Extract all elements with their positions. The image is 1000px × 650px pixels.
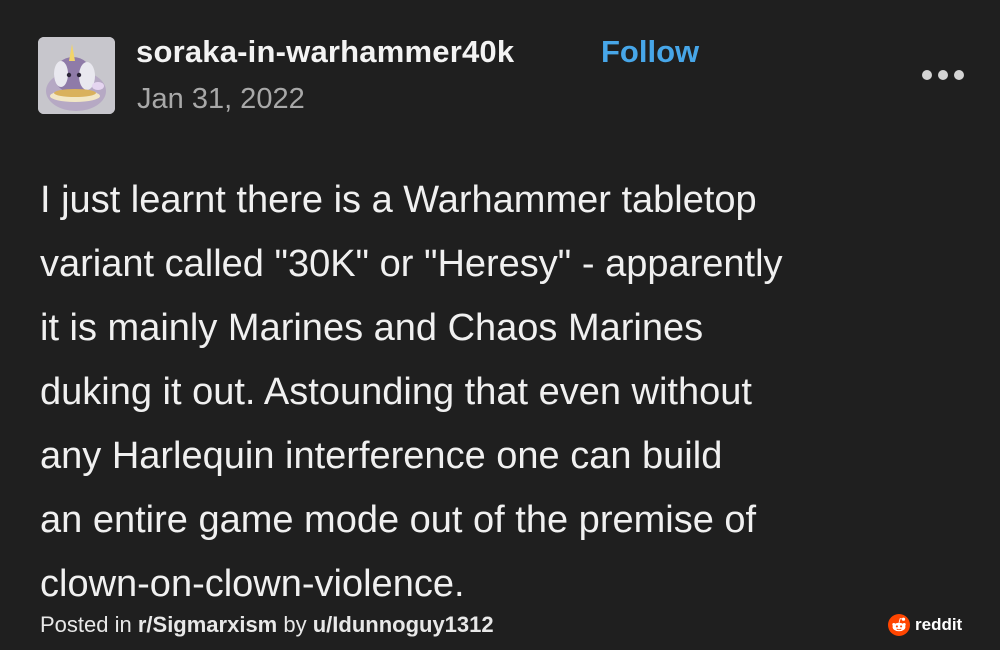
soraka-avatar-icon [38,37,115,114]
post-body-line: I just learnt there is a Warhammer table… [40,179,757,221]
user-avatar[interactable] [38,37,115,114]
dot [922,70,932,80]
post-body: I just learnt there is a Warhammer table… [40,168,940,616]
tumblr-post-card: soraka-in-warhammer40k Follow Jan 31, 20… [0,0,1000,650]
post-body-line: it is mainly Marines and Chaos Marines [40,307,704,349]
post-body-line: clown-on-clown-violence. [40,563,465,605]
post-body-line: variant called "30K" or "Heresy" - appar… [40,243,783,285]
subreddit-link[interactable]: r/Sigmarxism [138,612,277,637]
dot [938,70,948,80]
reddit-logo-icon [888,614,910,636]
reddit-wordmark: reddit [915,615,963,634]
reddit-watermark: reddit [888,612,962,638]
follow-button[interactable]: Follow [601,34,699,70]
post-body-line: duking it out. Astounding that even with… [40,371,752,413]
more-options-icon[interactable] [920,64,966,86]
post-username[interactable]: soraka-in-warhammer40k [136,34,514,70]
reddit-user-link[interactable]: u/Idunnoguy1312 [313,612,494,637]
post-date: Jan 31, 2022 [137,83,305,115]
posted-in-text: Posted in [40,612,138,637]
post-body-line: an entire game mode out of the premise o… [40,499,757,541]
by-text: by [277,612,313,637]
reddit-attribution: Posted in r/Sigmarxism by u/Idunnoguy131… [40,612,494,638]
dot [954,70,964,80]
post-body-line: any Harlequin interference one can build [40,435,723,477]
